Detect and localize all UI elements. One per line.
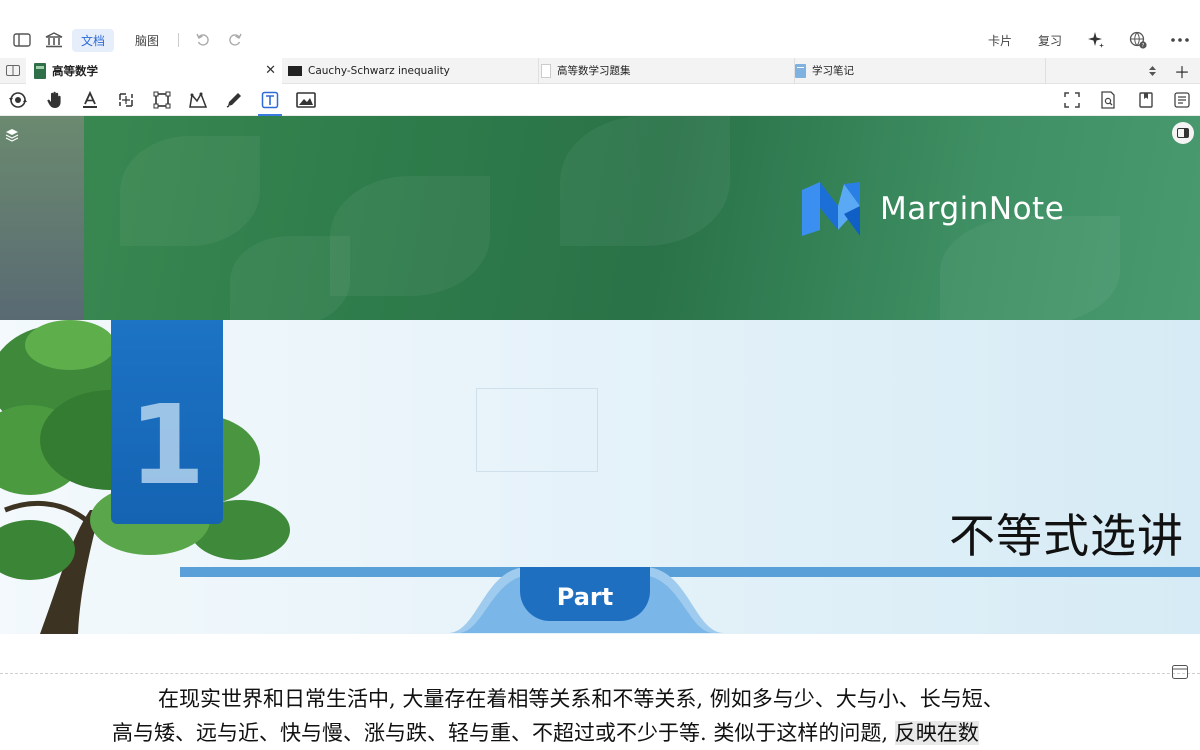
chapter-title-area: 1 不等式选讲 Part <box>0 320 1200 634</box>
bookmark-icon[interactable] <box>1132 86 1160 114</box>
split-view-icon[interactable] <box>0 58 26 84</box>
banner-image: MarginNote <box>0 116 1200 326</box>
outline-icon[interactable] <box>1168 86 1196 114</box>
layers-icon[interactable] <box>3 126 21 144</box>
undo-icon[interactable] <box>189 26 217 54</box>
book-icon <box>288 65 302 76</box>
library-icon[interactable] <box>40 26 68 54</box>
top-bar-right: 卡片 复习 ? <box>982 26 1194 54</box>
annotation-toolbar <box>0 84 1200 116</box>
hand-icon[interactable] <box>40 86 68 114</box>
redo-icon[interactable] <box>221 26 249 54</box>
tab-study-notes[interactable]: 学习笔记 <box>794 57 1046 84</box>
document-icon <box>541 63 551 78</box>
document-viewer[interactable]: MarginNote 1 不等式选讲 Part 在现实世界和日常生活中, 大量存… <box>0 116 1200 750</box>
review-button[interactable]: 复习 <box>1032 32 1068 49</box>
text-box-icon[interactable] <box>256 86 284 116</box>
text-highlight-icon[interactable] <box>76 86 104 114</box>
card-button[interactable]: 卡片 <box>982 32 1018 49</box>
divider <box>178 33 180 47</box>
close-icon[interactable]: ✕ <box>265 63 276 78</box>
rectangle-select-icon[interactable] <box>148 86 176 114</box>
sidebar-toggle-icon[interactable] <box>8 26 36 54</box>
side-panel-icon[interactable] <box>1172 122 1194 144</box>
tab-label: Cauchy-Schwarz inequality <box>308 64 450 77</box>
tab-sort-icon[interactable] <box>1142 58 1162 84</box>
pen-icon[interactable] <box>220 86 248 114</box>
tab-higher-math[interactable]: 高等数学 ✕ <box>26 57 282 84</box>
web-help-icon[interactable]: ? <box>1124 26 1152 54</box>
mode-document-button[interactable]: 文档 <box>72 28 115 52</box>
logo-text: MarginNote <box>880 191 1065 227</box>
freeform-select-icon[interactable] <box>184 86 212 114</box>
book-icon <box>34 62 46 79</box>
marginnote-logo: MarginNote <box>800 180 1064 238</box>
paragraph-line-2: 高与矮、远与近、快与慢、涨与跌、轻与重、不超过或不少于等. 类似于这样的问题, <box>112 721 895 745</box>
banner-left-strip <box>0 116 84 320</box>
chapter-number-box: 1 <box>111 320 223 524</box>
body-paragraph[interactable]: 在现实世界和日常生活中, 大量存在着相等关系和不等关系, 例如多与少、大与小、长… <box>112 682 1200 750</box>
image-icon[interactable] <box>292 86 320 114</box>
add-tab-icon[interactable]: ＋ <box>1172 58 1192 84</box>
marginnote-logo-icon <box>802 182 860 236</box>
notebook-icon <box>795 63 806 78</box>
text-box-placeholder[interactable] <box>476 388 598 472</box>
chapter-number: 1 <box>128 381 206 509</box>
fullscreen-icon[interactable] <box>1058 86 1086 114</box>
mode-mindmap-button[interactable]: 脑图 <box>126 29 168 52</box>
chapter-title: 不等式选讲 <box>949 509 1184 563</box>
tab-exercises[interactable]: 高等数学习题集 <box>538 57 794 84</box>
tab-cauchy-schwarz[interactable]: Cauchy-Schwarz inequality <box>282 58 538 84</box>
tab-bar: 高等数学 ✕ Cauchy-Schwarz inequality 高等数学习题集… <box>0 57 1200 84</box>
more-icon[interactable] <box>1166 26 1194 54</box>
tab-label: 高等数学习题集 <box>557 65 631 77</box>
highlighted-text[interactable]: 反映在数 <box>894 721 979 745</box>
tab-label: 学习笔记 <box>812 65 854 77</box>
part-label: Part <box>556 583 614 611</box>
tab-label: 高等数学 <box>52 63 98 78</box>
paragraph-line-1: 在现实世界和日常生活中, 大量存在着相等关系和不等关系, 例如多与少、大与小、长… <box>158 687 1004 711</box>
top-bar: 文档 脑图 卡片 复习 ? <box>0 0 1200 58</box>
card-panel-icon[interactable] <box>1172 665 1188 679</box>
ai-sparkle-icon[interactable] <box>1082 26 1110 54</box>
search-document-icon[interactable] <box>1094 86 1122 114</box>
page-divider <box>0 673 1200 674</box>
svg-text:?: ? <box>1142 43 1145 49</box>
lasso-select-icon[interactable] <box>112 86 140 114</box>
view-rotate-icon[interactable] <box>4 86 32 114</box>
top-bar-left: 文档 脑图 <box>8 26 249 54</box>
